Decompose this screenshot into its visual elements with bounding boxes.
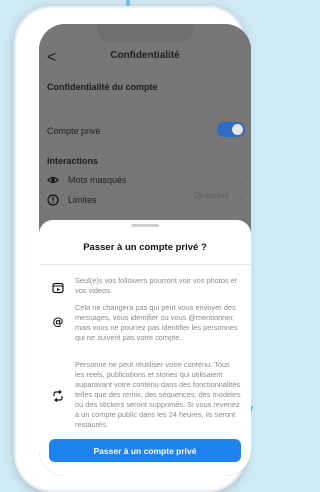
section-title-interactions: Interactions: [47, 156, 99, 166]
limits-status: Désactivé: [193, 191, 229, 200]
page-title: Confidentialité: [110, 50, 180, 61]
info-text: Personne ne peut réutiliser votre conten…: [75, 360, 241, 429]
photo-frame-icon: [52, 282, 64, 294]
remix-icon: [53, 390, 63, 402]
sheet-title: Passer à un compte privé ?: [83, 242, 207, 253]
phone-screen: < Confidentialité Confidentialité du com…: [39, 24, 251, 476]
chevron-right-icon: ›: [239, 178, 243, 189]
hidden-words-label: Mots masqués: [68, 175, 127, 185]
eye-slash-icon: [47, 176, 59, 184]
info-text: Cela ne changera pas qui peut vous envoy…: [75, 303, 238, 342]
settings-row-hidden-words[interactable]: Mots masqués: [47, 175, 127, 185]
chevron-right-icon: ›: [239, 192, 243, 203]
bottom-sheet: Passer à un compte privé ? Seul(e)s vos …: [39, 220, 251, 476]
alert-icon: [47, 194, 59, 206]
limits-label: Limites: [68, 195, 97, 205]
info-item-remix: Personne ne peut réutiliser votre conten…: [49, 360, 241, 430]
phone-notch: [97, 24, 193, 42]
sheet-divider: [39, 264, 251, 265]
settings-row-limits[interactable]: Limites: [47, 194, 97, 206]
info-item-mentions: @ Cela ne changera pas qui peut vous env…: [49, 303, 241, 343]
switch-to-private-button[interactable]: Passer à un compte privé: [49, 439, 241, 462]
phone-frame: < Confidentialité Confidentialité du com…: [14, 6, 251, 492]
svg-text:@: @: [53, 315, 64, 327]
info-text: Seul(e)s vos followers pourront voir vos…: [75, 276, 237, 295]
private-account-label: Compte privé: [47, 126, 101, 136]
private-account-toggle[interactable]: [217, 122, 245, 137]
mention-at-icon: @: [53, 315, 64, 327]
section-title-account-privacy: Confidentialité du compte: [47, 82, 158, 92]
settings-header: < Confidentialité: [39, 48, 251, 70]
info-item-followers: Seul(e)s vos followers pourront voir vos…: [49, 276, 241, 296]
sheet-grab-handle[interactable]: [131, 224, 159, 227]
